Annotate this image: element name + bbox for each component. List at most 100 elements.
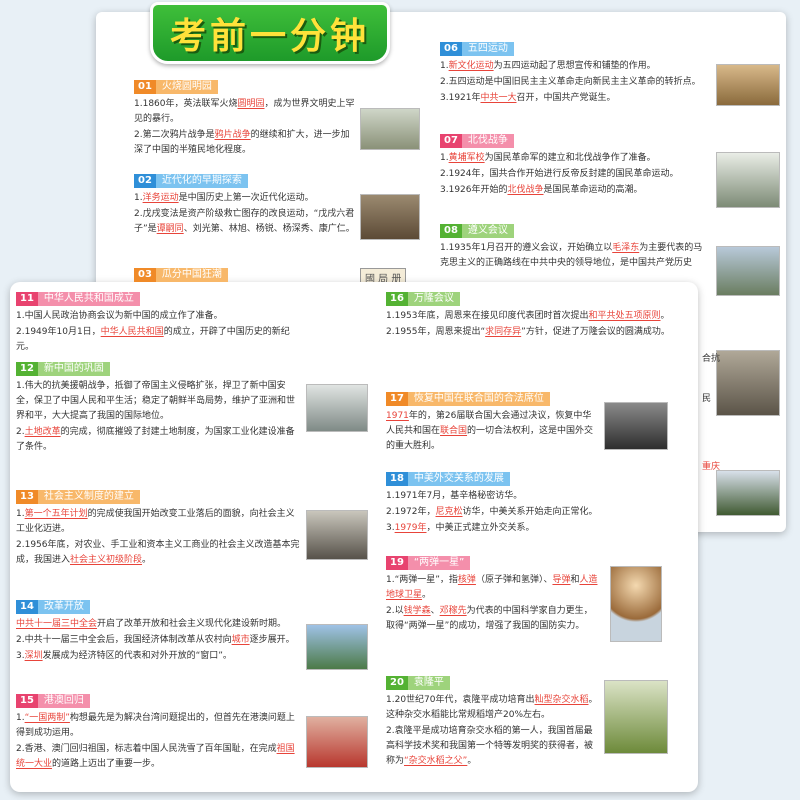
section-items-16: 1.1953年底，周恩来在接见印度代表团时首次提出和平共处五项原则。 2.1955… xyxy=(386,309,676,341)
section-header-01: 01 火烧圆明园 xyxy=(134,80,218,94)
section-title: 瓜分中国狂潮 xyxy=(155,268,228,282)
list-item: 2.中共十一届三中全会后，我国经济体制改革从农村向城市逐步展开。 xyxy=(16,635,295,645)
section-header-02: 02 近代化的早期探索 xyxy=(134,174,248,188)
highlight-term: 中华人民共和国 xyxy=(100,327,164,337)
photo-mushroom-cloud xyxy=(610,566,662,642)
back-fragment-2: 民 xyxy=(702,394,712,404)
section-items-02: 1.洋务运动是中国历史上第一次近代化运动。 2.戊戌变法是资产阶级救亡图存的改良运… xyxy=(134,191,356,238)
highlight-term: 籼型杂交水稻 xyxy=(534,695,589,705)
list-item: 1.1935年1月召开的遵义会议，开始确立以毛泽东为主要代表的马克思主义的正确路… xyxy=(440,243,703,268)
section-header-12: 12 新中国的巩固 xyxy=(16,362,110,376)
list-item: 1.新文化运动为五四运动起了思想宣传和铺垫的作用。 xyxy=(440,61,656,71)
section-number: 02 xyxy=(134,174,156,188)
list-item: 2.戊戌变法是资产阶级救亡图存的改良运动，“戊戌六君子”是谭嗣同、刘光第、林旭、… xyxy=(134,209,355,234)
section-header-13: 13 社会主义制度的建立 xyxy=(16,490,140,504)
highlight-term: 祖国统一大业 xyxy=(16,744,295,769)
highlight-term: 中共一大 xyxy=(480,93,517,103)
list-item: 2.1956年底，对农业、手工业和资本主义工商业的社会主义改造基本完成，我国进入… xyxy=(16,540,300,565)
list-item: 2.第二次鸦片战争是鸦片战争的继续和扩大，进一步加深了中国的半殖民地化程度。 xyxy=(134,130,350,155)
title-banner: 考前一分钟 xyxy=(150,2,390,64)
photo-factory xyxy=(360,194,420,240)
section-title: 遵义会议 xyxy=(461,224,514,238)
highlight-term: 第一个五年计划 xyxy=(24,509,88,519)
section-number: 17 xyxy=(386,392,408,406)
list-item: 1.“一国两制”构想最先是为解决台湾问题提出的，但首先在港澳问题上得到成功运用。 xyxy=(16,713,295,738)
highlight-term: 邓稼先 xyxy=(439,606,467,616)
section-title: 火烧圆明园 xyxy=(155,80,218,94)
list-item: 2.1924年，国共合作开始进行反帝反封建的国民革命运动。 xyxy=(440,169,679,179)
photo-gate xyxy=(716,152,780,208)
section-title: 中华人民共和国成立 xyxy=(37,292,140,306)
section-header-19: 19 “两弹一星” xyxy=(386,556,471,570)
highlight-term: 1979年 xyxy=(394,523,427,533)
photo-rice-field xyxy=(604,680,668,754)
list-item: 1.1971年7月，基辛格秘密访华。 xyxy=(386,491,523,501)
section-number: 15 xyxy=(16,694,38,708)
section-header-07: 07 北伐战争 xyxy=(440,134,514,148)
section-header-14: 14 改革开放 xyxy=(16,600,90,614)
highlight-term: 核弹 xyxy=(457,575,476,585)
section-items-13: 1.第一个五年计划的完成使我国开始改变工业落后的面貌，向社会主义工业化迈进。 2.… xyxy=(16,507,302,569)
highlight-term: 中共十一届三中全会 xyxy=(16,619,98,629)
section-title: 近代化的早期探索 xyxy=(155,174,248,188)
highlight-term: 尼克松 xyxy=(435,507,463,517)
list-item: 3.深圳发展成为经济特区的代表和对外开放的“窗口”。 xyxy=(16,651,232,661)
highlight-term: 导弹 xyxy=(552,575,571,585)
list-item: 3.1979年，中美正式建立外交关系。 xyxy=(386,523,535,533)
section-number: 01 xyxy=(134,80,156,94)
section-items-08: 1.1935年1月召开的遵义会议，开始确立以毛泽东为主要代表的马克思主义的正确路… xyxy=(440,241,708,272)
list-item: 1.中国人民政治协商会议为新中国的成立作了准备。 xyxy=(16,311,223,321)
page-title: 考前一分钟 xyxy=(169,16,370,57)
photo-crowd xyxy=(716,64,780,106)
section-title: 中美外交关系的发展 xyxy=(407,472,510,486)
photo-workers xyxy=(306,510,368,560)
highlight-term: 1971 xyxy=(386,411,409,421)
list-item: 3.1926年开始的北伐战争是国民革命运动的高潮。 xyxy=(440,185,643,195)
highlight-term: 求同存异 xyxy=(485,327,522,337)
highlight-term: “杂交水稻之父” xyxy=(404,756,468,766)
photo-ruins xyxy=(360,108,420,150)
section-number: 06 xyxy=(440,42,462,56)
highlight-term: 联合国 xyxy=(440,426,468,436)
section-items-14: 中共十一届三中全会开启了改革开放和社会主义现代化建设新时期。 2.中共十一届三中全… xyxy=(16,617,302,665)
section-number: 14 xyxy=(16,600,38,614)
highlight-term: 钱学森 xyxy=(403,606,431,616)
section-title: 改革开放 xyxy=(37,600,90,614)
list-item: 中共十一届三中全会开启了改革开放和社会主义现代化建设新时期。 xyxy=(16,619,287,629)
highlight-term: 谭嗣同 xyxy=(156,224,184,234)
section-title: 袁隆平 xyxy=(407,676,450,690)
list-item: 1971年的，第26届联合国大会通过决议，恢复中华人民共和国在联合国的一切合法权… xyxy=(386,411,594,451)
highlight-term: 黄埔军校 xyxy=(448,153,485,163)
list-item: 2.五四运动是中国旧民主主义革命走向新民主主义革命的转折点。 xyxy=(440,77,701,87)
section-number: 11 xyxy=(16,292,38,306)
section-number: 16 xyxy=(386,292,408,306)
list-item: 2.土地改革的完成，彻底摧毁了封建土地制度，为国家工业化建设准备了条件。 xyxy=(16,427,295,452)
photo-ceremony xyxy=(306,716,368,768)
list-item: 2.1972年，尼克松访华，中美关系开始走向正常化。 xyxy=(386,507,598,517)
highlight-term: 和平共处五项原则 xyxy=(588,311,661,321)
section-items-07: 1.黄埔军校为国民革命军的建立和北伐战争作了准备。 2.1924年，国共合作开始进… xyxy=(440,151,708,199)
highlight-term: 鸦片战争 xyxy=(214,130,251,140)
section-header-08: 08 遵义会议 xyxy=(440,224,514,238)
highlight-term: 毛泽东 xyxy=(612,243,640,253)
section-header-15: 15 港澳回归 xyxy=(16,694,90,708)
list-item: 2.1949年10月1日，中华人民共和国的成立，开辟了中国历史的新纪元。 xyxy=(16,327,290,352)
photo-bridge xyxy=(306,384,368,432)
section-items-19: 1.“两弹一星”，指核弹（原子弹和氢弹）、导弹和人造地球卫星。 2.以钱学森、邓稼… xyxy=(386,573,600,635)
list-item: 1.1860年，英法联军火烧圆明园，成为世界文明史上罕见的暴行。 xyxy=(134,99,355,124)
section-items-15: 1.“一国两制”构想最先是为解决台湾问题提出的，但首先在港澳问题上得到成功运用。… xyxy=(16,711,302,773)
section-items-20: 1.20世纪70年代，袁隆平成功培育出籼型杂交水稻。这种杂交水稻能比常规稻增产2… xyxy=(386,693,600,770)
highlight-term: 圆明园 xyxy=(237,99,265,109)
section-number: 19 xyxy=(386,556,408,570)
section-title: 万隆会议 xyxy=(407,292,460,306)
section-header-06: 06 五四运动 xyxy=(440,42,514,56)
section-items-17: 1971年的，第26届联合国大会通过决议，恢复中华人民共和国在联合国的一切合法权… xyxy=(386,409,600,455)
list-item: 3.1921年中共一大召开，中国共产党诞生。 xyxy=(440,93,616,103)
list-item: 1.黄埔军校为国民革命军的建立和北伐战争作了准备。 xyxy=(440,153,656,163)
section-number: 13 xyxy=(16,490,38,504)
section-number: 03 xyxy=(134,268,156,282)
section-title: 新中国的巩固 xyxy=(37,362,110,376)
back-fragment-3: 重庆 xyxy=(702,462,721,472)
section-items-12: 1.伟大的抗美援朝战争，抵御了帝国主义侵略扩张，捍卫了新中国安全，保卫了中国人民… xyxy=(16,379,302,456)
list-item: 2.以钱学森、邓稼先为代表的中国科学家自力更生，取得“两弹一星”的成功，增强了我… xyxy=(386,606,593,631)
